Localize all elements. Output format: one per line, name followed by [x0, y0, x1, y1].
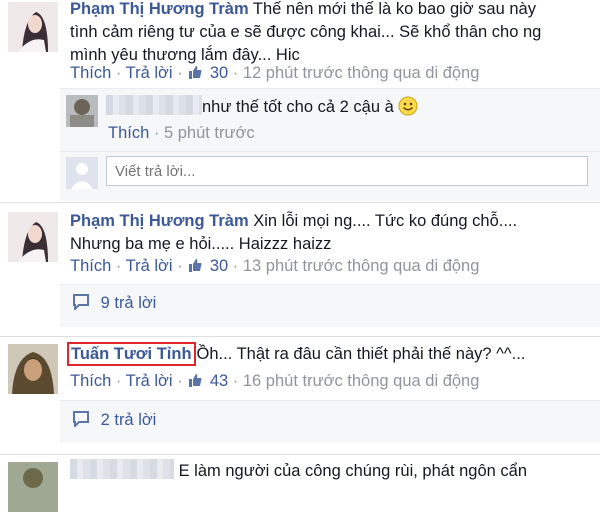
replies-count-link[interactable]: 2 trả lời: [101, 411, 157, 429]
timestamp[interactable]: 13 phút trước thông qua di động: [243, 257, 480, 275]
comment-author[interactable]: Phạm Thị Hương Tràm: [70, 212, 249, 230]
comment-actions: Thích · Trả lời · 30 · 12 phút trước thô…: [70, 64, 480, 82]
comment-body: Tuấn Tươi Tỉnh Ồh... Thật ra đâu cần thiế…: [67, 342, 590, 366]
like-link[interactable]: Thích: [70, 257, 111, 275]
comment-body: E làm người của công chúng rùi, phát ngô…: [70, 459, 527, 483]
divider: [0, 336, 600, 337]
comment-text: tình cảm riêng tư của e sẽ được công kha…: [70, 23, 542, 41]
timestamp[interactable]: 5 phút trước: [164, 124, 255, 142]
comment-body: Phạm Thị Hương Tràm Thế nên mới thế là k…: [70, 0, 590, 67]
reply-link[interactable]: Trả lời: [126, 64, 173, 82]
thumbs-up-icon: [189, 259, 202, 272]
comment-text: Ồh... Thật ra đâu cần thiết phải thế này…: [196, 345, 526, 363]
blurred-name: [70, 459, 174, 479]
avatar[interactable]: [8, 344, 58, 394]
timestamp[interactable]: 16 phút trước thông qua di động: [243, 372, 480, 390]
timestamp[interactable]: 12 phút trước thông qua di động: [243, 64, 480, 82]
current-user-avatar: [66, 157, 98, 189]
reply-actions: Thích · 5 phút trước: [108, 124, 255, 142]
avatar-photo-icon: [8, 212, 58, 262]
replies-toggle: 9 trả lời: [72, 294, 156, 313]
divider: [0, 202, 600, 203]
avatar-photo-icon: [8, 344, 58, 394]
default-user-icon: [66, 157, 98, 189]
like-link[interactable]: Thích: [70, 372, 111, 390]
comment-text: Nhưng ba mẹ e hỏi..... Haizzz haizz: [70, 235, 332, 253]
comment-text: Thế nên mới thế là ko bao giờ sau này: [252, 0, 536, 18]
reply-input[interactable]: [106, 156, 588, 186]
like-count[interactable]: 30: [210, 257, 228, 275]
reply-arrow-icon: [73, 294, 89, 310]
divider: [0, 454, 600, 455]
replies-count-link[interactable]: 9 trả lời: [101, 294, 157, 312]
reply-link[interactable]: Trả lời: [126, 257, 173, 275]
like-count[interactable]: 43: [210, 372, 228, 390]
avatar-photo-icon: [8, 2, 58, 52]
avatar-photo-icon: [8, 462, 58, 512]
reply-container: như thế tốt cho cả 2 cậu à Thích · 5 phú…: [60, 88, 600, 201]
avatar[interactable]: [8, 2, 58, 52]
replies-toggle-row[interactable]: 2 trả lời: [60, 400, 600, 443]
like-link[interactable]: Thích: [108, 124, 149, 142]
blurred-name: [106, 95, 202, 115]
avatar[interactable]: [8, 212, 58, 262]
comment-actions: Thích · Trả lời · 43 · 16 phút trước thô…: [70, 372, 480, 390]
avatar-photo-icon: [66, 95, 98, 127]
reply-arrow-icon: [73, 411, 89, 427]
avatar[interactable]: [8, 462, 58, 512]
replies-toggle-row[interactable]: 9 trả lời: [60, 284, 600, 327]
comment-text: mình yêu thương lắm đây... Hic: [70, 46, 300, 64]
smiley-icon: [398, 96, 418, 116]
reply-text: như thế tốt cho cả 2 cậu à: [202, 98, 394, 116]
comment-text: Xin lỗi mọi ng.... Tức ko đúng chỗ....: [253, 212, 518, 230]
comment-text: E làm người của công chúng rùi, phát ngô…: [178, 462, 528, 480]
comment-author[interactable]: Tuấn Tươi Tỉnh: [67, 342, 196, 366]
thumbs-up-icon: [189, 66, 202, 79]
reply-input-row: [60, 151, 600, 200]
like-count[interactable]: 30: [210, 64, 228, 82]
comment-actions: Thích · Trả lời · 30 · 13 phút trước thô…: [70, 257, 480, 275]
reply-link[interactable]: Trả lời: [126, 372, 173, 390]
comment-author[interactable]: Phạm Thị Hương Tràm: [70, 0, 249, 18]
thumbs-up-icon: [189, 374, 202, 387]
comment-body: Phạm Thị Hương Tràm Xin lỗi mọi ng.... T…: [70, 210, 590, 256]
replies-toggle: 2 trả lời: [72, 411, 156, 430]
avatar[interactable]: [66, 95, 98, 127]
like-link[interactable]: Thích: [70, 64, 111, 82]
reply-body: như thế tốt cho cả 2 cậu à: [106, 95, 418, 119]
